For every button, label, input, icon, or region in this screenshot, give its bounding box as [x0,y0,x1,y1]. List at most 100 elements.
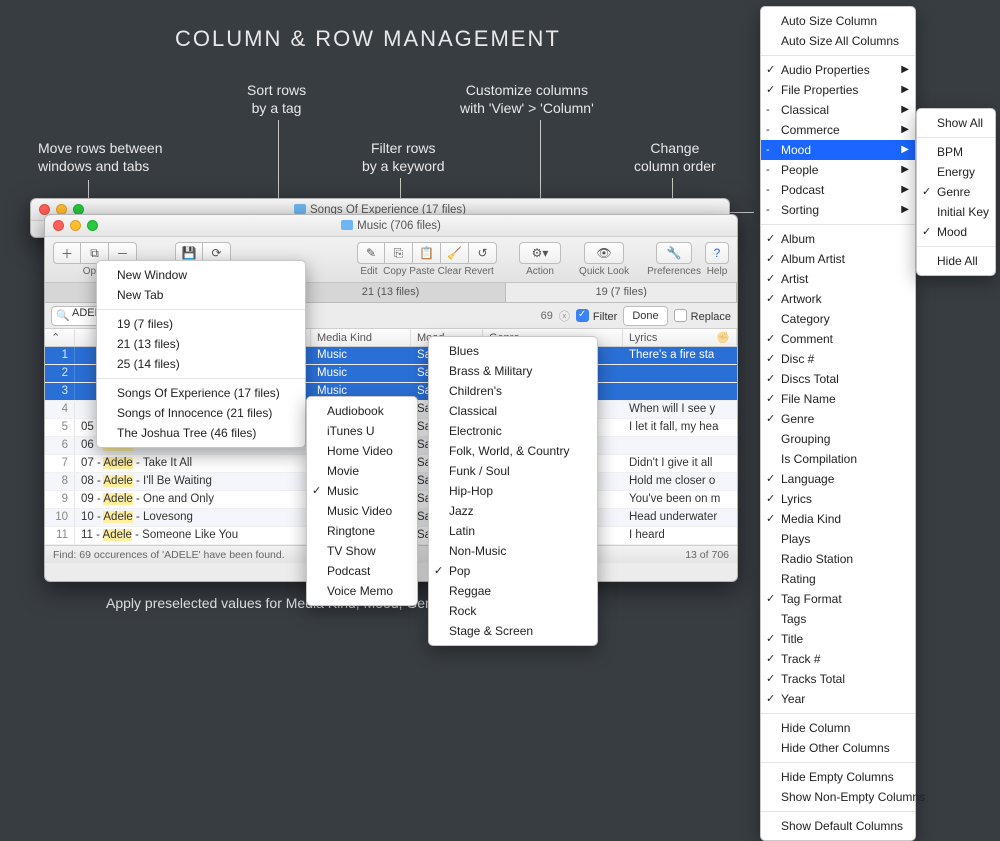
menu-item[interactable]: 21 (13 files) [97,334,305,354]
cell-track[interactable]: 10 - Adele - Lovesong [75,509,311,526]
menu-item[interactable]: Home Video [307,441,417,461]
menu-item[interactable]: Rock [429,601,597,621]
menu-item[interactable]: Initial Key [917,202,995,222]
menu-item[interactable]: -Podcast▶ [761,180,915,200]
cell-lyrics[interactable] [623,365,737,382]
menu-item[interactable]: ✓Genre [917,182,995,202]
menu-item[interactable]: -Commerce▶ [761,120,915,140]
menu-item[interactable]: ✓Track # [761,649,915,669]
menu-item[interactable]: ✓Genre [761,409,915,429]
menu-item[interactable]: Non-Music [429,541,597,561]
menu-item[interactable]: Funk / Soul [429,461,597,481]
menu-item[interactable]: ✓Album Artist [761,249,915,269]
clear-button[interactable]: 🧹 [441,242,469,264]
menu-item[interactable]: ✓File Properties▶ [761,80,915,100]
menu-item[interactable]: -Mood▶ [761,140,915,160]
cell-track[interactable]: 07 - Adele - Take It All [75,455,311,472]
menu-item[interactable]: New Tab [97,285,305,305]
menu-mediakind[interactable]: AudiobookiTunes UHome VideoMovie✓MusicMu… [306,396,418,606]
menu-item[interactable]: Songs of Innocence (21 files) [97,403,305,423]
menu-item[interactable]: Plays [761,529,915,549]
menu-item[interactable]: Auto Size Column [761,11,915,31]
quicklook-button[interactable]: 👁 [584,242,624,264]
menu-item[interactable]: ✓File Name [761,389,915,409]
menu-item[interactable]: Rating [761,569,915,589]
menu-item[interactable]: Hide Column [761,718,915,738]
menu-item[interactable]: Blues [429,341,597,361]
menu-item[interactable]: Grouping [761,429,915,449]
menu-item[interactable]: -Sorting▶ [761,200,915,220]
menu-item[interactable]: Category [761,309,915,329]
menu-item[interactable]: Voice Memo [307,581,417,601]
tab-2[interactable]: 19 (7 files) [506,283,737,302]
cell-mediakind[interactable]: Music [311,347,411,364]
menu-item[interactable]: ✓Lyrics [761,489,915,509]
menu-item[interactable]: iTunes U [307,421,417,441]
menu-item[interactable]: Hide Other Columns [761,738,915,758]
menu-item[interactable]: Jazz [429,501,597,521]
menu-window-list[interactable]: New WindowNew Tab19 (7 files)21 (13 file… [96,260,306,448]
menu-item[interactable]: Energy [917,162,995,182]
menu-item[interactable]: Hide Empty Columns [761,767,915,787]
menu-item[interactable]: ✓Mood [917,222,995,242]
cell-lyrics[interactable]: I let it fall, my hea [623,419,737,436]
preferences-button[interactable]: 🔧 [656,242,692,264]
cell-lyrics[interactable]: You've been on m [623,491,737,508]
cell-lyrics[interactable]: Head underwater [623,509,737,526]
add-button[interactable]: ＋ [53,242,81,264]
menu-item[interactable]: Classical [429,401,597,421]
menu-item[interactable]: Songs Of Experience (17 files) [97,383,305,403]
edit-button[interactable]: ✎ [357,242,385,264]
menu-item[interactable]: ✓Tag Format [761,589,915,609]
menu-item[interactable]: ✓Disc # [761,349,915,369]
menu-item[interactable]: Folk, World, & Country [429,441,597,461]
menu-item[interactable]: Ringtone [307,521,417,541]
zoom-icon[interactable] [87,220,98,231]
col-lyrics[interactable]: Lyrics✊ [623,329,737,346]
menu-item[interactable]: Music Video [307,501,417,521]
done-button[interactable]: Done [623,306,667,326]
menu-columns[interactable]: Auto Size ColumnAuto Size All Columns✓Au… [760,6,916,841]
menu-item[interactable]: ✓Title [761,629,915,649]
menu-item[interactable]: Children's [429,381,597,401]
menu-item[interactable]: ✓Music [307,481,417,501]
menu-item[interactable]: Latin [429,521,597,541]
menu-item[interactable]: ✓Artist [761,269,915,289]
menu-item[interactable]: ✓Audio Properties▶ [761,60,915,80]
menu-item[interactable]: -Classical▶ [761,100,915,120]
traffic-lights[interactable] [53,220,98,231]
cell-lyrics[interactable]: Hold me closer o [623,473,737,490]
menu-item[interactable]: ✓Album [761,229,915,249]
cell-lyrics[interactable]: Didn't I give it all [623,455,737,472]
cell-lyrics[interactable] [623,437,737,454]
clear-search-icon[interactable]: ⓧ [559,308,570,324]
grip-icon[interactable]: ✊ [716,331,730,344]
menu-item[interactable]: -People▶ [761,160,915,180]
cell-track[interactable]: 11 - Adele - Someone Like You [75,527,311,544]
menu-item[interactable]: Electronic [429,421,597,441]
paste-button[interactable]: 📋 [413,242,441,264]
cell-lyrics[interactable]: There's a fire sta [623,347,737,364]
menu-item[interactable]: Hip-Hop [429,481,597,501]
menu-mood-sub[interactable]: Show AllBPMEnergy✓GenreInitial Key✓MoodH… [916,108,996,276]
help-button[interactable]: ? [705,242,729,264]
filter-checkbox[interactable] [576,309,589,322]
menu-item[interactable]: ✓Discs Total [761,369,915,389]
menu-item[interactable]: ✓Artwork [761,289,915,309]
tab-1[interactable]: 21 (13 files) [276,283,507,302]
menu-item[interactable]: ✓Language [761,469,915,489]
menu-item[interactable]: Stage & Screen [429,621,597,641]
menu-item[interactable]: Brass & Military [429,361,597,381]
cell-lyrics[interactable] [623,383,737,400]
minimize-icon[interactable] [70,220,81,231]
menu-item[interactable]: Radio Station [761,549,915,569]
menu-item[interactable]: Show Default Columns [761,816,915,836]
titlebar-front[interactable]: Music (706 files) [45,215,737,237]
col-mediakind[interactable]: Media Kind [311,329,411,346]
replace-checkbox[interactable] [674,309,687,322]
cell-track[interactable]: 08 - Adele - I'll Be Waiting [75,473,311,490]
menu-item[interactable]: 19 (7 files) [97,314,305,334]
menu-item[interactable]: ✓Comment [761,329,915,349]
cell-lyrics[interactable]: When will I see y [623,401,737,418]
menu-item[interactable]: Podcast [307,561,417,581]
